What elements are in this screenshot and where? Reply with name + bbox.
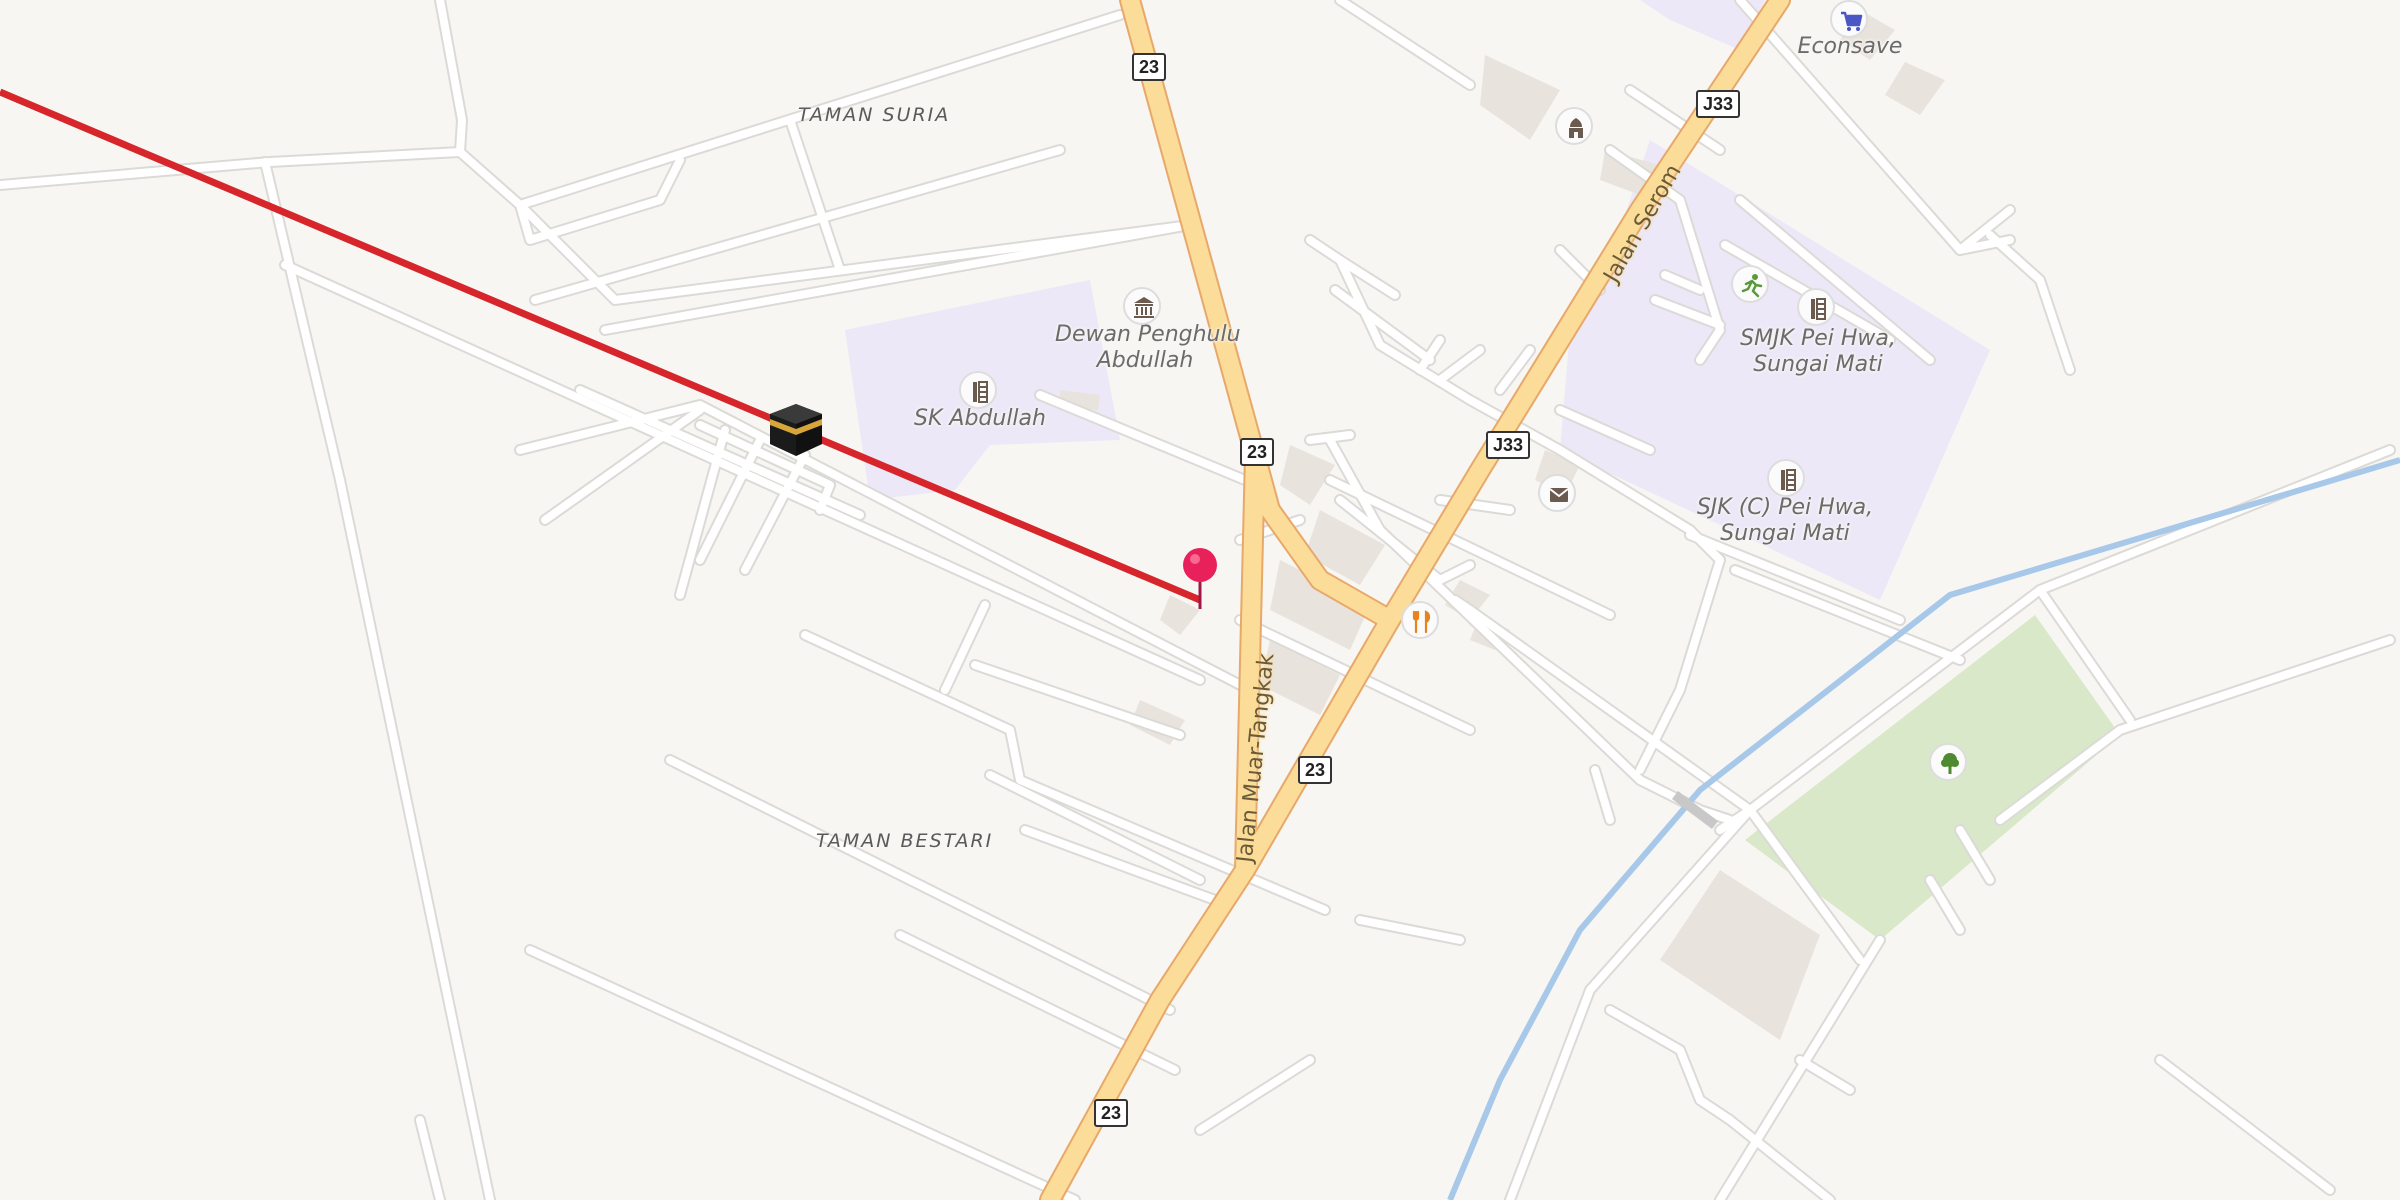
post-office-icon[interactable]	[1538, 474, 1576, 512]
restaurant-icon[interactable]	[1401, 601, 1439, 639]
shopping-cart-icon[interactable]	[1830, 0, 1868, 38]
area-label-taman-suria: TAMAN SURIA	[798, 104, 951, 126]
school-icon[interactable]	[959, 371, 997, 409]
mosque-icon[interactable]	[1555, 107, 1593, 145]
map-canvas[interactable]: TAMAN SURIA TAMAN BESTARI Dewan Penghulu…	[0, 0, 2400, 1200]
sports-icon[interactable]	[1731, 265, 1769, 303]
place-label-dewan-penghulu[interactable]: Dewan Penghulu Abdullah	[1055, 322, 1241, 374]
park-tree-icon[interactable]	[1929, 743, 1967, 781]
route-shield-23: 23	[1132, 53, 1167, 81]
place-label-sjk-pei-hwa[interactable]: SJK (C) Pei Hwa, Sungai Mati	[1695, 495, 1875, 547]
town-hall-icon[interactable]	[1123, 287, 1161, 325]
route-shield-23: 23	[1298, 756, 1333, 784]
route-shield-23: 23	[1240, 438, 1275, 466]
route-shield-j33: J33	[1486, 431, 1531, 459]
route-shield-j33: J33	[1696, 90, 1741, 118]
area-label-taman-bestari: TAMAN BESTARI	[816, 830, 994, 852]
location-pin-icon[interactable]	[1178, 545, 1222, 615]
place-label-smjk-pei-hwa[interactable]: SMJK Pei Hwa, Sungai Mati	[1728, 326, 1908, 378]
kaaba-icon[interactable]	[766, 400, 826, 460]
school-icon[interactable]	[1767, 459, 1805, 497]
school-icon[interactable]	[1797, 288, 1835, 326]
route-shield-23: 23	[1094, 1099, 1129, 1127]
